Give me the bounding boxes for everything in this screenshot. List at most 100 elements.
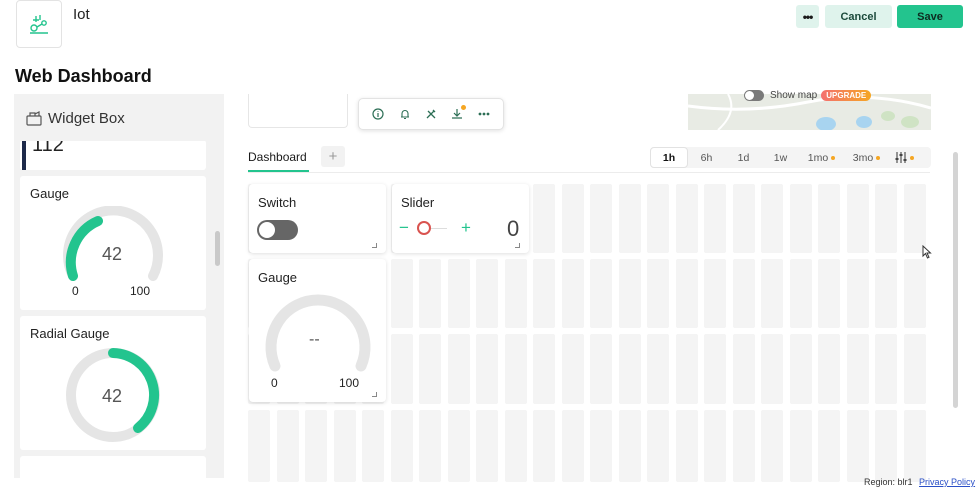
widget-preview-partial-bottom[interactable]	[20, 456, 206, 478]
grid-cell	[818, 334, 840, 404]
widget-preview-partial[interactable]: 112	[20, 134, 206, 170]
tools-icon[interactable]	[422, 105, 440, 123]
more-options-button[interactable]: •••	[796, 5, 819, 28]
slider-increment-button[interactable]: +	[461, 219, 471, 237]
download-icon[interactable]	[448, 105, 467, 123]
bell-icon[interactable]	[396, 105, 414, 123]
mouse-cursor-icon	[922, 244, 932, 264]
privacy-policy-link[interactable]: Privacy Policy	[919, 477, 975, 487]
device-info-card[interactable]	[248, 94, 348, 128]
grid-cell	[732, 334, 755, 404]
grid-cell	[390, 334, 413, 404]
footer: Region: blr1 Privacy Policy	[864, 477, 975, 487]
grid-cell	[561, 410, 584, 482]
time-range-1w[interactable]: 1w	[762, 147, 799, 168]
time-range-6h[interactable]: 6h	[688, 147, 725, 168]
gauge-max: 100	[339, 376, 360, 390]
grid-cell	[789, 259, 812, 328]
grid-cell	[419, 334, 441, 404]
grid-cell	[476, 410, 498, 482]
grid-cell	[590, 184, 612, 253]
resize-handle[interactable]	[515, 243, 520, 248]
settings-filter-button[interactable]	[889, 147, 919, 168]
resize-handle[interactable]	[372, 243, 377, 248]
grid-cell	[618, 334, 641, 404]
widget-box-scrollbar[interactable]	[215, 231, 220, 266]
slider-decrement-button[interactable]: −	[399, 219, 409, 237]
grid-cell	[647, 334, 669, 404]
grid-cell	[818, 410, 840, 482]
grid-cell	[533, 334, 555, 404]
grid-cell	[903, 184, 926, 253]
grid-cell	[903, 259, 926, 328]
more-icon[interactable]	[475, 105, 493, 123]
grid-cell	[846, 334, 869, 404]
grid-cell	[447, 259, 470, 328]
time-range-1h[interactable]: 1h	[650, 147, 688, 168]
grid-cell	[675, 184, 698, 253]
widget-toolbar	[358, 98, 504, 130]
grid-cell	[419, 410, 441, 482]
grid-cell	[248, 410, 270, 482]
cancel-button[interactable]: Cancel	[825, 5, 892, 28]
grid-cell	[761, 410, 783, 482]
time-range-1d[interactable]: 1d	[725, 147, 762, 168]
widget-slider[interactable]: Slider − + 0	[392, 184, 529, 253]
widget-name: Radial Gauge	[30, 326, 110, 341]
tab-active-indicator	[248, 170, 309, 172]
grid-cell	[590, 334, 612, 404]
upgrade-badge[interactable]: UPGRADE	[821, 90, 872, 101]
grid-cell	[618, 184, 641, 253]
widget-preview-gauge[interactable]: Gauge 42 0 100	[20, 176, 206, 310]
grid-cell	[305, 410, 327, 482]
grid-cell	[761, 334, 783, 404]
gauge-value: --	[309, 331, 320, 348]
show-map-toggle[interactable]	[744, 90, 764, 101]
locked-dot	[876, 155, 881, 160]
gauge-value: 42	[102, 244, 123, 264]
time-range-selector: 1h 6h 1d 1w 1mo 3mo	[650, 147, 931, 168]
widget-gauge[interactable]: Gauge -- 0 100	[249, 259, 386, 402]
grid-cell	[704, 259, 726, 328]
tab-dashboard[interactable]: Dashboard	[248, 150, 307, 164]
grid-cell	[789, 334, 812, 404]
grid-cell	[533, 184, 555, 253]
widget-box-title: Widget Box	[48, 109, 125, 127]
resize-handle[interactable]	[372, 392, 377, 397]
save-button[interactable]: Save	[897, 5, 963, 28]
switch-toggle[interactable]	[257, 220, 298, 240]
grid-cell	[875, 259, 897, 328]
time-range-3mo[interactable]: 3mo	[844, 147, 889, 168]
grid-cell	[618, 259, 641, 328]
gauge-max: 100	[130, 284, 151, 298]
widget-switch[interactable]: Switch	[249, 184, 386, 253]
grid-cell	[846, 184, 869, 253]
show-map-label: Show map	[770, 90, 818, 101]
show-map-toggle-group: Show map UPGRADE	[744, 90, 872, 101]
grid-cell	[732, 410, 755, 482]
time-range-1mo[interactable]: 1mo	[799, 147, 844, 168]
canvas-scrollbar[interactable]	[953, 152, 958, 408]
grid-cell	[704, 184, 726, 253]
grid-cell	[846, 259, 869, 328]
widget-name: Gauge	[258, 270, 298, 285]
grid-cell	[789, 184, 812, 253]
grid-cell	[533, 259, 555, 328]
grid-cell	[675, 259, 698, 328]
grid-cell	[761, 259, 783, 328]
grid-cell	[276, 410, 299, 482]
grid-cell	[561, 259, 584, 328]
grid-cell	[561, 184, 584, 253]
settings-dot	[909, 155, 914, 160]
grid-cell	[419, 259, 441, 328]
info-icon[interactable]	[369, 105, 387, 123]
page-title: Web Dashboard	[15, 66, 152, 86]
slider-knob[interactable]	[417, 221, 431, 235]
widget-preview-radial-gauge[interactable]: Radial Gauge 42	[20, 316, 206, 450]
grid-cell	[675, 334, 698, 404]
grid-cell	[476, 259, 498, 328]
widget-name: Gauge	[30, 186, 70, 201]
grid-cell	[590, 410, 612, 482]
add-tab-button[interactable]: +	[321, 146, 345, 167]
widget-box-icon	[26, 111, 42, 126]
